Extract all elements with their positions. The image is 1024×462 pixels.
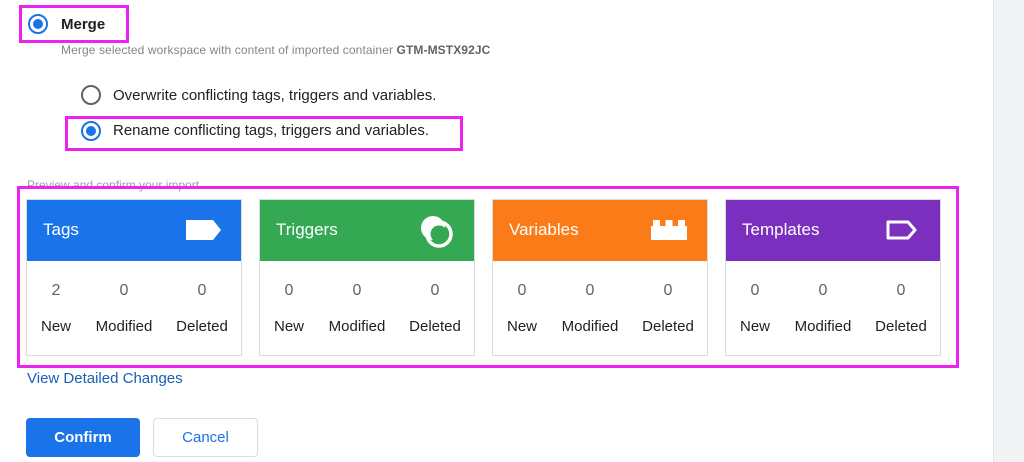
variables-deleted: 0 Deleted <box>642 282 694 335</box>
template-icon <box>886 220 917 240</box>
overwrite-option-label[interactable]: Overwrite conflicting tags, triggers and… <box>113 87 436 104</box>
triggers-modified: 0 Modified <box>328 282 386 335</box>
view-detailed-changes-link[interactable]: View Detailed Changes <box>27 370 183 387</box>
triggers-card-title: Triggers <box>276 220 338 239</box>
trigger-icon <box>421 216 453 248</box>
tags-modified: 0 Modified <box>95 282 153 335</box>
tags-card-header: Tags <box>27 200 241 261</box>
merge-radio[interactable] <box>28 14 48 34</box>
scrollbar-track[interactable] <box>993 0 1024 462</box>
templates-deleted: 0 Deleted <box>875 282 927 335</box>
variables-card-header: Variables <box>493 200 707 261</box>
merge-description: Merge selected workspace with content of… <box>61 43 491 57</box>
tags-card-title: Tags <box>43 220 79 239</box>
variable-icon <box>651 220 687 240</box>
triggers-new: 0 New <box>273 282 304 335</box>
variables-modified: 0 Modified <box>561 282 619 335</box>
tags-new: 2 New <box>40 282 71 335</box>
triggers-card-header: Triggers <box>260 200 474 261</box>
rename-radio[interactable] <box>81 121 101 141</box>
tags-deleted: 0 Deleted <box>176 282 228 335</box>
overwrite-radio[interactable] <box>81 85 101 105</box>
rename-option-label[interactable]: Rename conflicting tags, triggers and va… <box>113 122 429 139</box>
cancel-button[interactable]: Cancel <box>153 418 258 457</box>
templates-new: 0 New <box>739 282 770 335</box>
tags-card: Tags 2 New 0 Modified 0 Deleted <box>26 199 242 356</box>
templates-modified: 0 Modified <box>794 282 852 335</box>
tag-icon <box>186 220 221 240</box>
templates-card-header: Templates <box>726 200 940 261</box>
triggers-card: Triggers 0 New 0 Modified 0 Deleted <box>259 199 475 356</box>
triggers-deleted: 0 Deleted <box>409 282 461 335</box>
variables-new: 0 New <box>506 282 537 335</box>
templates-card-title: Templates <box>742 220 820 239</box>
templates-card: Templates 0 New 0 Modified 0 Deleted <box>725 199 941 356</box>
container-id: GTM-MSTX92JC <box>396 43 491 57</box>
variables-card-title: Variables <box>509 220 579 239</box>
merge-label: Merge <box>61 16 106 33</box>
confirm-button[interactable]: Confirm <box>26 418 140 457</box>
variables-card: Variables 0 New 0 Modified 0 Deleted <box>492 199 708 356</box>
